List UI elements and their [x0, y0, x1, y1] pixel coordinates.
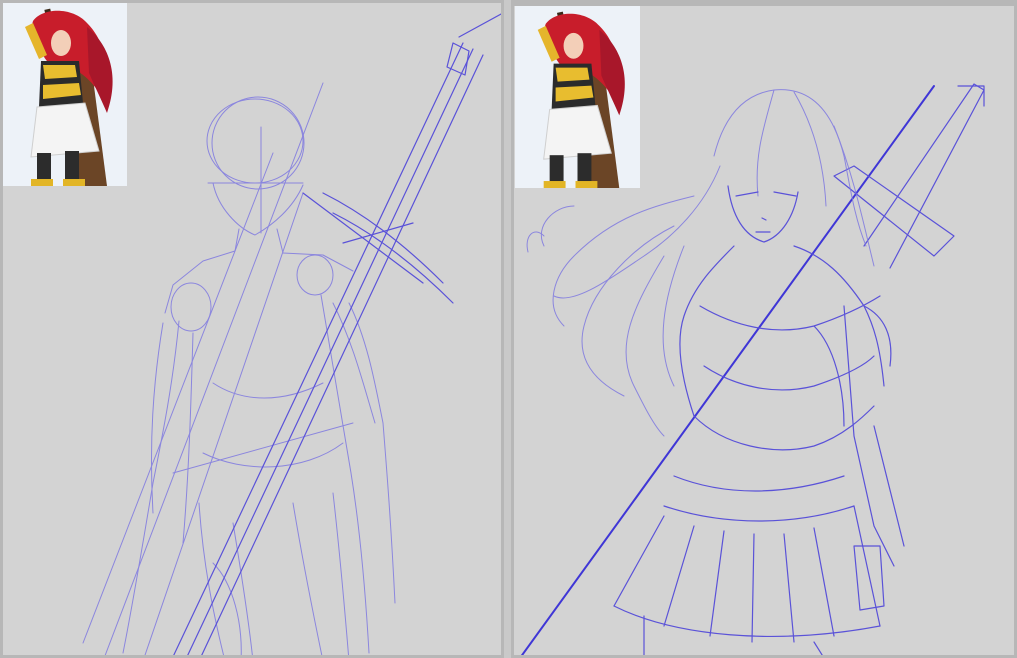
sword-lines: [520, 85, 935, 655]
skirt-lines: [613, 475, 881, 655]
sword-lines: [173, 13, 501, 655]
left-sketch-panel: [0, 0, 504, 658]
right-sketch-panel: [511, 0, 1017, 658]
face-lines: [727, 185, 799, 243]
construction-lines: [82, 82, 396, 655]
rough-gesture-sketch: [3, 3, 501, 655]
sword-blade-lines: [833, 83, 985, 269]
armor-lines: [679, 245, 905, 611]
hair-lines: [526, 89, 875, 437]
refined-line-sketch: [514, 6, 1014, 655]
